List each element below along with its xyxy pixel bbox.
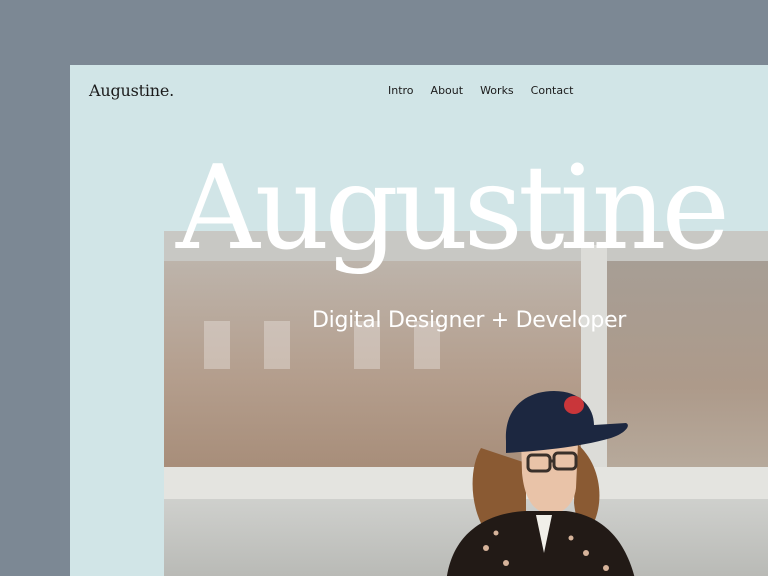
photo-building-window (204, 321, 230, 369)
hero-subtitle: Digital Designer + Developer (312, 308, 627, 333)
nav-link-about[interactable]: About (431, 84, 464, 97)
photo-building-window (264, 321, 290, 369)
cap-logo (564, 396, 584, 414)
main-nav: Intro About Works Contact (388, 84, 590, 97)
nav-link-works[interactable]: Works (480, 84, 514, 97)
hero-photo (164, 231, 768, 576)
website-frame: Augustine. Intro About Works Contact Aug… (70, 65, 768, 576)
hero-title: Augustine (176, 141, 730, 276)
nav-link-intro[interactable]: Intro (388, 84, 414, 97)
site-logo[interactable]: Augustine. (89, 81, 174, 100)
person-figure (447, 391, 635, 576)
nav-link-contact[interactable]: Contact (531, 84, 574, 97)
